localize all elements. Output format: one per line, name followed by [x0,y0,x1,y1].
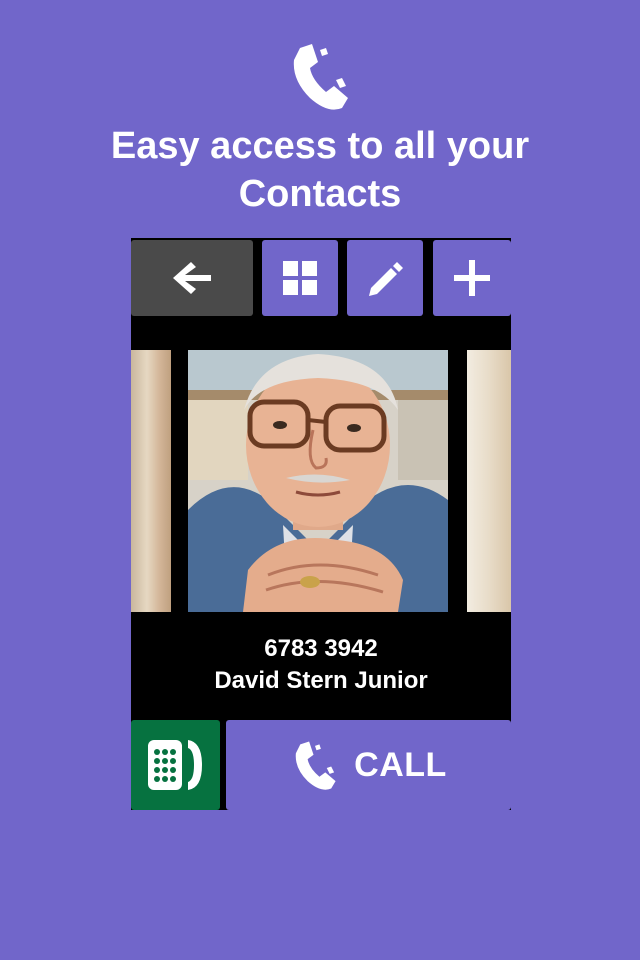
back-button[interactable] [131,240,253,316]
phone-icon [286,40,354,112]
call-button-label: CALL [354,745,447,784]
contact-number: 6783 3942 [264,635,378,662]
call-button[interactable]: CALL [226,720,511,810]
contact-photo [188,350,448,612]
edit-button[interactable] [347,240,423,316]
headline-line-2: Contacts [238,173,402,215]
headline-line-1: Easy access to all your [110,125,530,167]
pencil-icon [369,262,403,296]
contact-name: David Stern Junior [214,667,428,694]
arrow-left-icon [173,262,211,294]
previous-contact-photo[interactable] [131,350,171,612]
plus-icon [454,260,490,296]
next-contact-photo[interactable] [467,350,511,612]
app-screen: 6783 3942 David Stern Junior CALL [131,238,511,810]
contact-photo-carousel[interactable] [131,350,511,612]
keypad-phone-icon [147,740,202,790]
phone-icon [295,741,336,790]
grid-view-button[interactable] [262,240,338,316]
contact-info: 6783 3942 David Stern Junior [131,633,511,697]
add-contact-button[interactable] [433,240,511,316]
headline: Easy access to all your Contacts [40,122,600,218]
keypad-button[interactable] [131,720,220,810]
grid-icon [283,261,317,295]
